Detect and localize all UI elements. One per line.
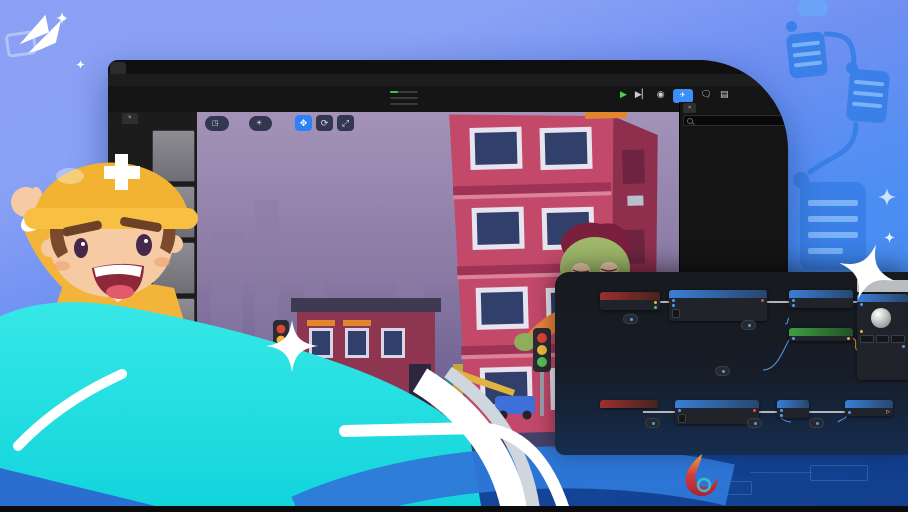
meter-bar (390, 97, 418, 100)
paper-plane-icon: ✈ (680, 92, 686, 99)
stop-button[interactable]: ◉ (657, 88, 665, 100)
sparkle-star-icon (76, 60, 85, 69)
getter-pill-node[interactable] (741, 320, 756, 330)
editor-doc-tab[interactable] (110, 62, 126, 74)
pin[interactable] (792, 337, 795, 340)
save-button[interactable]: ▤ (720, 88, 729, 100)
pin[interactable] (652, 422, 655, 425)
skip-button[interactable]: ▶▏ (635, 88, 649, 100)
doc-card (846, 68, 890, 123)
node-title (675, 400, 759, 408)
pin[interactable] (860, 303, 863, 306)
pin[interactable] (848, 411, 851, 414)
sun-icon: ☀ (256, 116, 262, 131)
performance-meters (364, 89, 434, 107)
pin[interactable] (678, 409, 681, 412)
dropdown[interactable] (678, 414, 686, 423)
getter-pill-node[interactable] (809, 418, 824, 428)
node-title (600, 292, 660, 300)
watermark-flame-icon (680, 452, 722, 498)
pin[interactable] (672, 299, 675, 302)
exec-pin[interactable]: ▷ (886, 409, 890, 415)
scale-tool-button[interactable]: ⤢ (337, 115, 354, 131)
frame-decoration-icon (4, 30, 37, 58)
pin[interactable] (780, 414, 783, 417)
g-input[interactable] (876, 335, 890, 343)
stop-icon: ◉ (657, 88, 665, 100)
search-icon (687, 118, 693, 124)
sparkle-star-icon (878, 188, 896, 206)
pin[interactable] (630, 318, 633, 321)
material-sphere-preview (871, 308, 891, 328)
pin[interactable] (780, 409, 783, 412)
publish-button[interactable]: ✈ (673, 89, 693, 103)
play-icon: ▶ (620, 88, 627, 100)
pin[interactable] (860, 330, 863, 333)
event-node[interactable] (600, 292, 660, 310)
node-title (789, 328, 853, 336)
pin[interactable] (847, 337, 850, 340)
run-button[interactable]: ▶ (620, 88, 627, 100)
content-library-button[interactable]: 🗨 (701, 88, 712, 100)
sparkle-star-icon (838, 243, 896, 301)
node-title (777, 400, 809, 408)
pin[interactable] (792, 299, 795, 302)
outliner-tab[interactable]: × (683, 103, 696, 113)
function-node[interactable]: ▷ (845, 400, 893, 416)
pin[interactable] (722, 370, 725, 373)
pin[interactable] (792, 304, 795, 307)
b-input[interactable] (891, 335, 905, 343)
pin[interactable] (654, 301, 657, 304)
move-tool-button[interactable]: ✥ (295, 115, 312, 131)
getter-pill-node[interactable] (645, 418, 660, 428)
doc-card (798, 0, 828, 16)
editor-menubar (108, 74, 788, 86)
pin[interactable] (754, 422, 757, 425)
meter-bar (390, 103, 418, 106)
scale-icon: ⤢ (342, 118, 349, 128)
rotate-tool-button[interactable]: ⟳ (316, 115, 333, 131)
promo-poster: ▶ ▶▏ ◉ ✈ 🗨 ▤ × (0, 0, 908, 512)
pin[interactable] (761, 299, 764, 302)
flow-connector (798, 120, 864, 182)
lighting-button[interactable]: ☀ (249, 116, 272, 131)
getter-pill-node[interactable] (623, 314, 638, 324)
rotate-icon: ⟳ (321, 118, 329, 128)
r-input[interactable] (860, 335, 874, 343)
pin[interactable] (672, 304, 675, 307)
flow-dot (786, 21, 797, 32)
meter-bar (390, 91, 418, 94)
pin[interactable] (816, 422, 819, 425)
sparkle-star-icon (884, 232, 895, 243)
skip-icon: ▶▏ (635, 88, 649, 100)
pin[interactable] (748, 324, 751, 327)
pin[interactable] (902, 345, 905, 348)
event-node[interactable] (600, 400, 658, 408)
node-title (600, 400, 658, 408)
function-node[interactable] (669, 290, 767, 321)
condition-node[interactable] (789, 328, 853, 341)
function-node[interactable] (777, 400, 809, 418)
outliner-search-input[interactable] (683, 115, 788, 126)
material-node[interactable] (857, 294, 908, 380)
node-title (669, 290, 767, 298)
play-controls: ▶ ▶▏ ◉ ✈ 🗨 ▤ (620, 88, 728, 103)
dropdown[interactable] (672, 309, 680, 318)
node-title (845, 400, 893, 408)
move-icon: ✥ (300, 118, 308, 128)
getter-pill-node[interactable] (715, 366, 730, 376)
getter-pill-node[interactable] (747, 418, 762, 428)
chat-icon: 🗨 (701, 88, 712, 100)
sparkle-star-icon (266, 320, 318, 372)
save-icon: ▤ (720, 88, 729, 100)
pin[interactable] (654, 306, 657, 309)
pin[interactable] (753, 409, 756, 412)
bottom-black-strip (0, 506, 908, 512)
editor-titlebar (108, 60, 788, 74)
